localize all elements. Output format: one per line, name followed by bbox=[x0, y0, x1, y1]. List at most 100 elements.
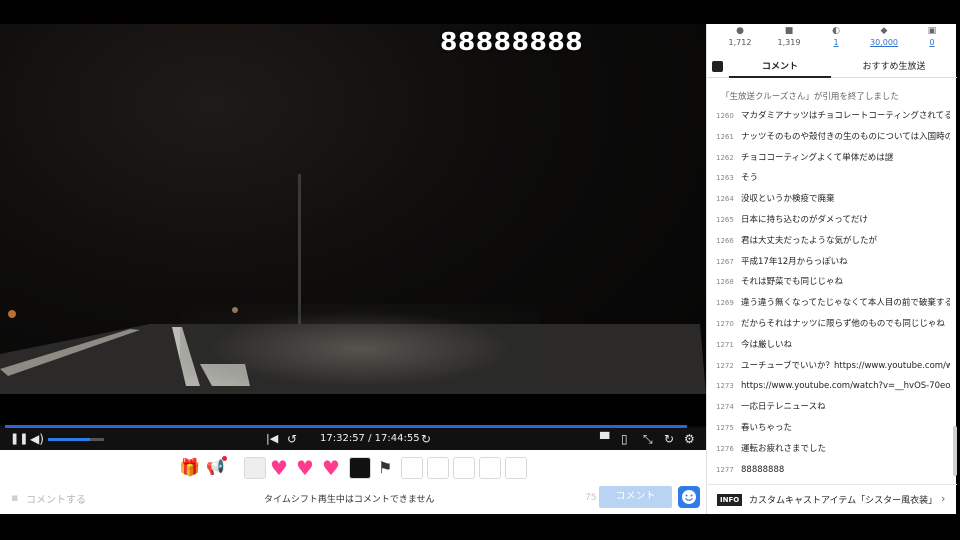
comment-toggle-icon[interactable]: ▀ bbox=[600, 431, 609, 447]
comment-text: マカダミアナッツはチョコレートコーティングされてるから良 bbox=[741, 111, 950, 121]
chat-icon bbox=[712, 61, 723, 72]
comment-text: 運転お疲れさまでした bbox=[741, 443, 827, 454]
comment-row[interactable]: 1264 没収というか検疫で廃棄 bbox=[707, 189, 950, 210]
comment-input-bar: ▪ タイムシフト再生中はコメントできません 75 コメント bbox=[0, 486, 706, 514]
comment-row[interactable]: 1271 今は厳しいね bbox=[707, 335, 950, 356]
stat-value[interactable]: 30,000 bbox=[859, 38, 909, 47]
comment-row[interactable]: 1262 チョココーティングよくて単体だめは謎 bbox=[707, 148, 950, 169]
item-slot[interactable] bbox=[427, 457, 449, 479]
item-slot[interactable] bbox=[244, 457, 266, 479]
comment-number: 1264 bbox=[716, 195, 734, 204]
comment-row[interactable]: 1270 だからそれはナッツに限らず他のものでも同じじゃね bbox=[707, 314, 950, 335]
video-frame[interactable] bbox=[0, 24, 706, 426]
comment-text: 平成17年12月からっぽいね bbox=[741, 256, 848, 267]
comment-number: 1269 bbox=[716, 299, 734, 308]
comment-text: それは野菜でも同じじゃね bbox=[741, 277, 844, 288]
heart-item-icon[interactable]: ♥ bbox=[322, 458, 340, 478]
comment-number: 1270 bbox=[716, 320, 734, 328]
comment-text: 88888888 bbox=[741, 464, 785, 475]
stat-viewer: ● 1,712 bbox=[715, 24, 765, 47]
comment-text: チョココーティングよくて単体だめは謎 bbox=[741, 152, 894, 163]
stat-value: 1,319 bbox=[777, 38, 801, 47]
gift-icon[interactable]: 🎁 bbox=[179, 458, 200, 478]
comment-list[interactable]: 「生放送クルーズさん」が引用を終了しました 1260 マカダミアナッツはチョコレー… bbox=[707, 84, 950, 484]
tab-recommend[interactable]: おすすめ生放送 bbox=[831, 56, 957, 78]
comment-number: 1265 bbox=[716, 216, 734, 224]
chevron-right-icon[interactable]: › bbox=[941, 492, 945, 505]
tab-comment[interactable]: コメント bbox=[729, 56, 831, 78]
theater-icon[interactable]: ▯ bbox=[621, 431, 628, 447]
comment-text: ユーチューブでいいか？https://www.youtube.com/watch bbox=[741, 360, 950, 371]
comment-row[interactable]: 1268 それは野菜でも同じじゃね bbox=[707, 272, 950, 293]
comment-input[interactable] bbox=[26, 490, 246, 510]
comment-row[interactable]: 1276 運転お疲れさまでした bbox=[707, 439, 950, 460]
comment-row[interactable]: 1269 違う違う無くなってたじゃなくて本人目の前で破棄するのよ bbox=[707, 293, 950, 314]
comment-number: 1276 bbox=[716, 444, 734, 453]
comment-row[interactable]: 1274 一応日テレニュースね bbox=[707, 397, 950, 418]
comment-row[interactable]: 1266 君は大丈夫だったような気がしたが bbox=[707, 231, 950, 252]
comment-row[interactable]: 1275 春いちゃった bbox=[707, 418, 950, 439]
comment-submit-button[interactable]: コメント bbox=[599, 486, 672, 508]
comment-number: 1275 bbox=[716, 424, 734, 432]
info-badge: INFO bbox=[717, 494, 743, 506]
comment-row[interactable]: 1265 日本に持ち込むのがダメってだけ bbox=[707, 210, 950, 231]
notification-dot bbox=[222, 456, 227, 461]
comment-scrollbar[interactable] bbox=[953, 426, 957, 476]
comment-row[interactable]: 1273 https://www.youtube.com/watch?v=__hv… bbox=[707, 376, 950, 397]
comment-row[interactable]: 1260 マカダミアナッツはチョコレートコーティングされてるから良 bbox=[707, 106, 950, 127]
stat-value[interactable]: 1 bbox=[811, 38, 861, 47]
comment-row[interactable]: 1277 88888888 bbox=[707, 460, 950, 481]
item-slot-thumbnail[interactable] bbox=[349, 457, 371, 479]
pause-icon[interactable]: ❚❚ bbox=[10, 431, 28, 447]
ad-megaphone-icon[interactable]: 📢 bbox=[206, 458, 225, 476]
comment-text: そう bbox=[741, 173, 759, 184]
stat-ad[interactable]: ◐ 1 bbox=[811, 24, 861, 47]
stat-ad-points[interactable]: ◆ 30,000 bbox=[859, 24, 909, 47]
gift-count-icon: ▣ bbox=[927, 26, 937, 36]
comment-text: ナッツそのものや殻付きの生のものについては入国時の検査に bbox=[741, 131, 950, 142]
comment-text: 今は厳しいね bbox=[741, 339, 793, 350]
reload-icon[interactable]: ↻ bbox=[664, 431, 674, 447]
comment-text: 違う違う無くなってたじゃなくて本人目の前で破棄するのよ bbox=[741, 298, 950, 309]
volume-slider[interactable] bbox=[48, 438, 104, 441]
volume-icon[interactable]: ◀) bbox=[30, 431, 44, 447]
stats-bar: ● 1,712 ■ 1,319 ◐ 1 ◆ 30,000 ▣ 0 bbox=[707, 24, 957, 56]
info-bar[interactable]: INFO カスタムキャストアイテム「シスター風衣装」を… › bbox=[707, 484, 957, 514]
item-slot[interactable] bbox=[505, 457, 527, 479]
comment-number: 1274 bbox=[716, 403, 734, 412]
volume-level bbox=[48, 438, 90, 441]
video-player[interactable]: 88888888 ❚❚ ◀) |◀ ↺ 17:32:57 / 17:44:55 … bbox=[0, 24, 706, 450]
comment-row[interactable]: 1261 ナッツそのものや殻付きの生のものについては入国時の検査に bbox=[707, 127, 950, 148]
flag-icon[interactable]: ⚑ bbox=[378, 458, 392, 477]
comment-text: 没収というか検疫で廃棄 bbox=[741, 194, 835, 205]
info-text: カスタムキャストアイテム「シスター風衣装」を… bbox=[749, 496, 935, 506]
fullscreen-icon[interactable]: ⤡ bbox=[643, 431, 653, 447]
emoji-icon[interactable] bbox=[678, 486, 700, 508]
rewind-10-icon[interactable]: ↺ bbox=[287, 431, 297, 447]
settings-icon[interactable]: ⚙ bbox=[684, 431, 695, 447]
item-slot[interactable] bbox=[401, 457, 423, 479]
comment-number: 1273 bbox=[716, 382, 734, 391]
comment-row[interactable]: 1263 そう bbox=[707, 168, 950, 189]
forward-10-icon[interactable]: ↻ bbox=[421, 431, 431, 447]
item-slot[interactable] bbox=[453, 457, 475, 479]
stat-value[interactable]: 0 bbox=[907, 38, 957, 47]
comment-number: 1263 bbox=[716, 174, 734, 183]
stat-gift-count[interactable]: ▣ 0 bbox=[907, 24, 957, 47]
stat-value: 1,712 bbox=[728, 38, 752, 47]
comment-number: 1272 bbox=[716, 361, 734, 370]
comment-text: 日本に持ち込むのがダメってだけ bbox=[741, 215, 868, 225]
ad-points-icon: ◆ bbox=[880, 26, 888, 36]
comment-row[interactable]: 1272 ユーチューブでいいか？https://www.youtube.com/w… bbox=[707, 356, 950, 377]
item-slot[interactable] bbox=[479, 457, 501, 479]
comment-number: 1262 bbox=[716, 153, 734, 162]
skip-start-icon[interactable]: |◀ bbox=[266, 431, 278, 447]
comment-text: https://www.youtube.com/watch?v=__hvOS-7… bbox=[741, 381, 950, 392]
heart-item-icon[interactable]: ♥ bbox=[270, 458, 288, 478]
playback-time: 17:32:57 / 17:44:55 bbox=[320, 433, 420, 444]
stat-comment-count: ■ 1,319 bbox=[764, 24, 814, 47]
street-pole bbox=[298, 174, 301, 324]
heart-item-icon[interactable]: ♥ bbox=[296, 458, 314, 478]
comment-icon: ▪ bbox=[11, 491, 19, 504]
comment-row[interactable]: 1267 平成17年12月からっぽいね bbox=[707, 252, 950, 273]
